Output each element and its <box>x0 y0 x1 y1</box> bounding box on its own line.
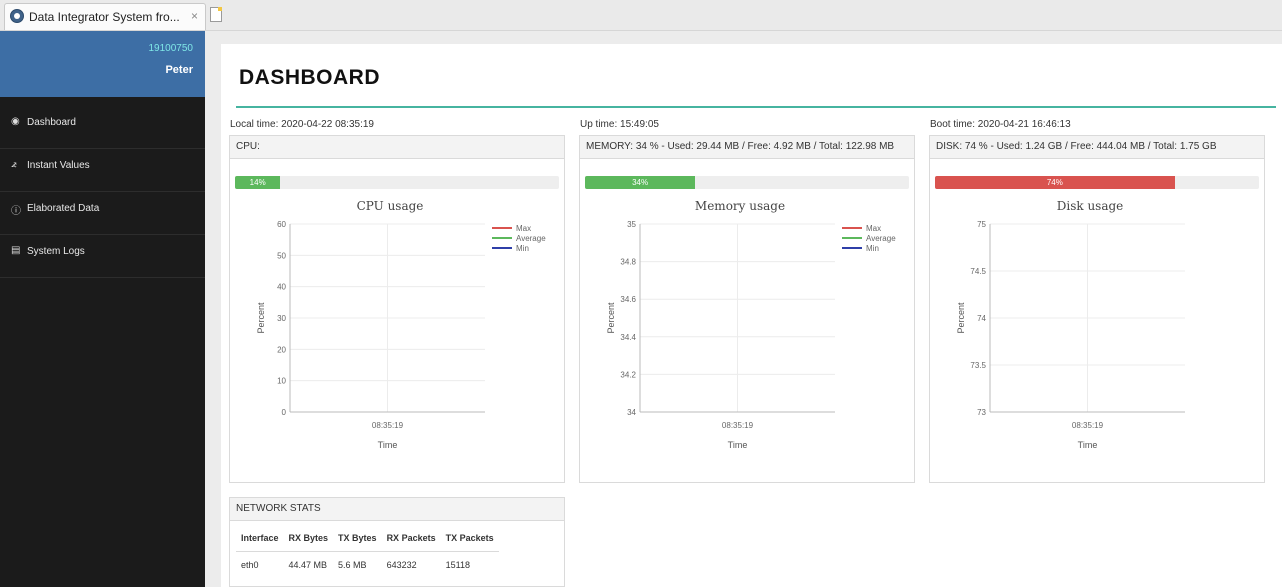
disk-card: DISK: 74 % - Used: 1.24 GB / Free: 444.0… <box>929 135 1265 483</box>
memory-card: MEMORY: 34 % - Used: 29.44 MB / Free: 4.… <box>579 135 915 483</box>
cpu-card: CPU: 14% CPU usage 0 10 20 30 40 50 60 08:35:19 T… <box>229 135 565 483</box>
y-tick-label: 34.6 <box>620 295 636 304</box>
up-time: Up time: 15:49:05 <box>580 119 659 130</box>
y-tick-label: 60 <box>277 220 286 229</box>
y-tick-label: 35 <box>627 220 636 229</box>
x-tick-label: 08:35:19 <box>372 421 404 430</box>
network-stats-table: Interface RX Bytes TX Bytes RX Packets T… <box>236 527 499 574</box>
legend-label: Min <box>516 244 529 253</box>
table-cell: 5.6 MB <box>338 560 367 570</box>
y-tick-label: 34.4 <box>620 333 636 342</box>
user-panel: 19100750 Peter <box>0 31 205 97</box>
x-axis-label: Time <box>728 440 748 450</box>
y-tick-label: 10 <box>277 377 286 386</box>
table-cell: 44.47 MB <box>288 560 328 570</box>
y-tick-label: 34 <box>627 408 636 417</box>
column-header: TX Packets <box>440 527 499 552</box>
legend-label: Average <box>866 234 896 243</box>
sidebar-nav: ◉ Dashboard ⦨ Instant Values ⓘ Elaborate… <box>0 106 205 278</box>
y-tick-label: 34.8 <box>620 258 636 267</box>
y-tick-label: 74 <box>977 314 986 323</box>
line-chart-icon: ⦨ <box>11 159 17 170</box>
sidebar-item-label: Dashboard <box>27 117 76 128</box>
x-axis-label: Time <box>378 440 398 450</box>
sidebar-item-instant-values[interactable]: ⦨ Instant Values <box>0 149 205 192</box>
user-name: Peter <box>165 64 193 76</box>
disk-usage-chart: Disk usage 73 73.5 74 74.5 75 08:35:19 Time Perc… <box>956 199 1185 450</box>
boot-time: Boot time: 2020-04-21 16:46:13 <box>930 119 1071 130</box>
table-row: eth0 44.47 MB 5.6 MB 643232 15118 <box>236 552 499 575</box>
column-header: Interface <box>236 527 284 552</box>
y-tick-label: 34.2 <box>620 370 636 379</box>
y-axis-label: Percent <box>256 302 266 334</box>
legend-label: Max <box>516 224 531 233</box>
disk-card-header: DISK: 74 % - Used: 1.24 GB / Free: 444.0… <box>930 136 1264 159</box>
legend-label: Min <box>866 244 879 253</box>
dashboard-icon: ◉ <box>11 116 20 127</box>
column-header: RX Packets <box>381 527 441 552</box>
chart-title: Memory usage <box>695 199 785 213</box>
sidebar-item-label: Elaborated Data <box>27 203 100 214</box>
chart-title: CPU usage <box>357 199 424 213</box>
y-tick-label: 0 <box>282 408 287 417</box>
title-divider <box>236 106 1276 108</box>
info-icon: ⓘ <box>11 206 21 217</box>
y-tick-label: 74.5 <box>970 267 986 276</box>
close-icon[interactable]: × <box>191 9 198 23</box>
network-stats-card: NETWORK STATS Interface RX Bytes TX Byte… <box>229 497 565 587</box>
page-title: DASHBOARD <box>239 66 380 89</box>
sidebar-item-label: System Logs <box>27 246 85 257</box>
table-cell: 15118 <box>445 560 470 570</box>
column-header: RX Bytes <box>283 527 334 552</box>
new-tab-icon[interactable] <box>210 7 222 22</box>
cpu-usage-chart: CPU usage 0 10 20 30 40 50 60 08:35:19 Time Percen… <box>256 199 546 450</box>
x-tick-label: 08:35:19 <box>1072 421 1104 430</box>
y-tick-label: 73.5 <box>970 361 986 370</box>
cpu-progress-bar: 14% <box>235 176 559 189</box>
cpu-card-header: CPU: <box>230 136 564 159</box>
browser-tab-strip: Data Integrator System fro... × <box>0 0 1282 31</box>
x-axis-label: Time <box>1078 440 1098 450</box>
network-stats-header: NETWORK STATS <box>230 498 564 521</box>
y-tick-label: 20 <box>277 345 286 354</box>
app-logo-icon <box>10 9 24 23</box>
table-header-row: Interface RX Bytes TX Bytes RX Packets T… <box>236 527 499 552</box>
disk-progress-fill: 74% <box>935 176 1175 189</box>
user-id: 19100750 <box>148 43 194 54</box>
chart-title: Disk usage <box>1057 199 1124 213</box>
sidebar-item-label: Instant Values <box>27 160 90 171</box>
list-icon: ▤ <box>11 245 21 256</box>
sidebar-item-elaborated-data[interactable]: ⓘ Elaborated Data <box>0 192 205 235</box>
y-tick-label: 40 <box>277 283 286 292</box>
y-tick-label: 73 <box>977 408 986 417</box>
sidebar-item-system-logs[interactable]: ▤ System Logs <box>0 235 205 278</box>
main-panel: DASHBOARD Local time: 2020-04-22 08:35:1… <box>221 44 1282 587</box>
memory-progress-bar: 34% <box>585 176 909 189</box>
memory-progress-fill: 34% <box>585 176 696 189</box>
tab-title: Data Integrator System fro... <box>29 10 180 24</box>
column-header: TX Bytes <box>333 527 382 552</box>
x-tick-label: 08:35:19 <box>722 421 754 430</box>
sidebar-item-dashboard[interactable]: ◉ Dashboard <box>0 106 205 149</box>
cpu-progress-fill: 14% <box>235 176 281 189</box>
table-cell: eth0 <box>241 560 259 570</box>
browser-tab[interactable]: Data Integrator System fro... × <box>4 3 206 30</box>
local-time: Local time: 2020-04-22 08:35:19 <box>230 119 374 130</box>
y-tick-label: 50 <box>277 251 286 260</box>
memory-usage-chart: Memory usage 34 34.2 34.4 34.6 34.8 35 08:35:19… <box>606 199 896 450</box>
legend-label: Max <box>866 224 881 233</box>
memory-card-header: MEMORY: 34 % - Used: 29.44 MB / Free: 4.… <box>580 136 914 159</box>
sidebar: 19100750 Peter ◉ Dashboard ⦨ Instant Val… <box>0 31 205 587</box>
y-tick-label: 75 <box>977 220 986 229</box>
table-cell: 643232 <box>386 560 417 570</box>
legend-label: Average <box>516 234 546 243</box>
y-axis-label: Percent <box>606 302 616 334</box>
y-tick-label: 30 <box>277 314 286 323</box>
disk-progress-bar: 74% <box>935 176 1259 189</box>
y-axis-label: Percent <box>956 302 966 334</box>
